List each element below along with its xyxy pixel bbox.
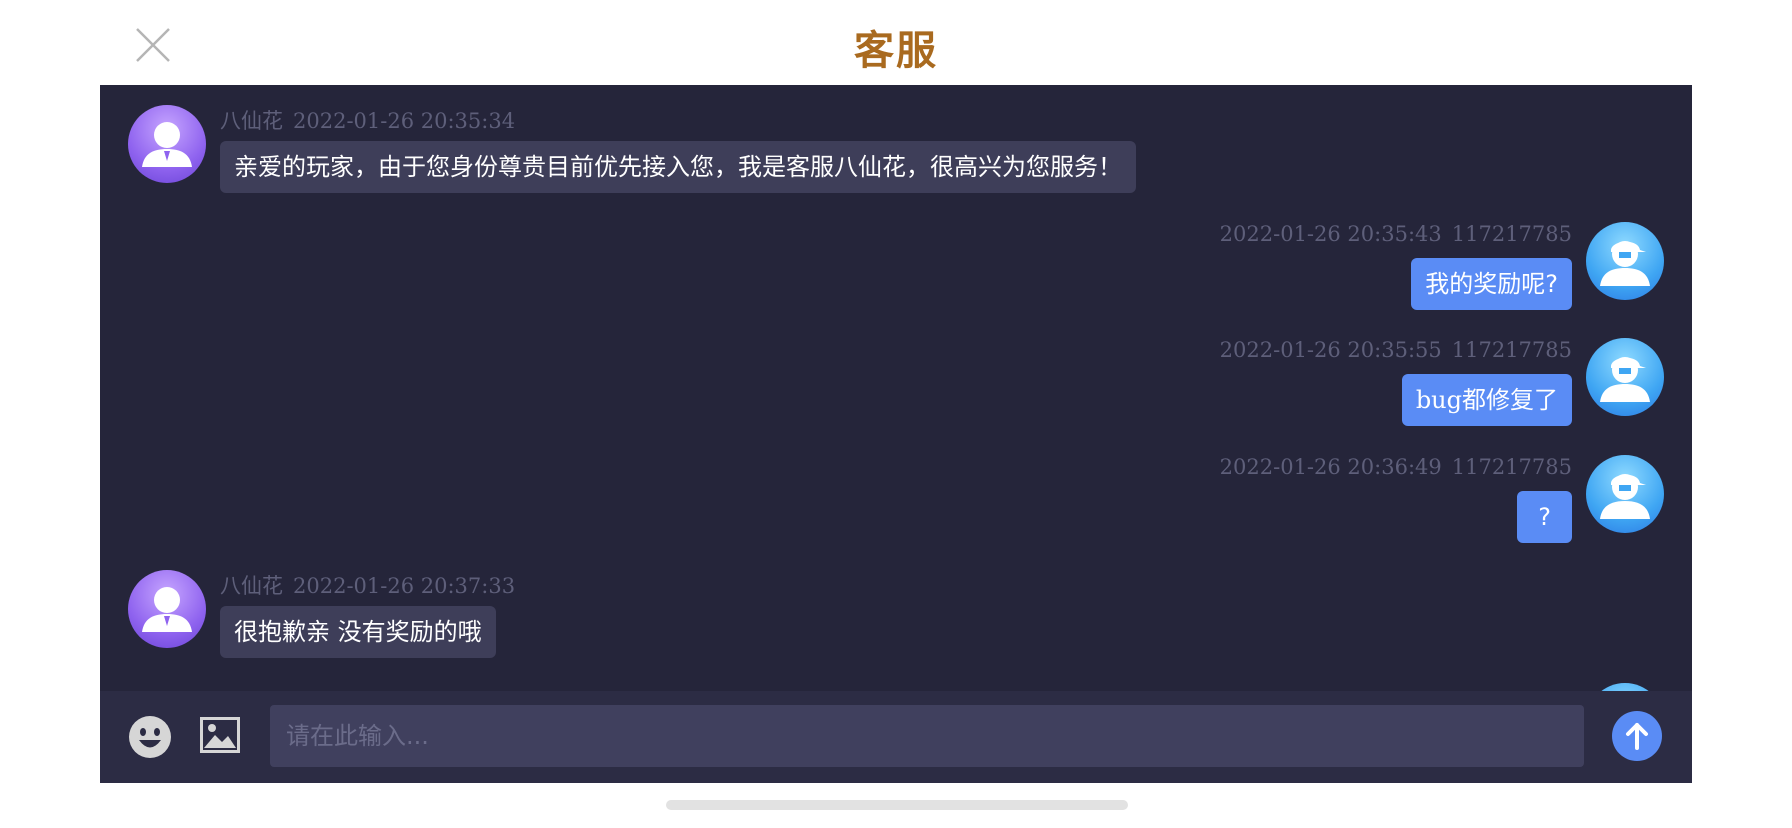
message-bubble[interactable]: 亲爱的玩家，由于您身份尊贵目前优先接入您，我是客服八仙花，很高兴为您服务！	[220, 141, 1136, 193]
player-avatar-icon[interactable]	[1586, 338, 1664, 416]
player-avatar-icon[interactable]	[1586, 455, 1664, 533]
message-time: 2022-01-26 20:36:49	[1219, 455, 1442, 479]
agent-avatar-icon[interactable]	[128, 570, 206, 648]
message-meta: 2022-01-26 20:35:55 117217785	[1220, 338, 1572, 362]
input-bar	[100, 691, 1692, 783]
message-bubble[interactable]: ?	[1517, 491, 1572, 543]
message-bubble[interactable]: 我的奖励呢?	[1411, 258, 1572, 310]
message-item: 2022-01-26 20:35:43 117217785 我的奖励呢?	[100, 222, 1692, 322]
message-sender: 117217785	[1451, 222, 1572, 246]
home-indicator	[666, 800, 1128, 810]
message-item: 2022-01-26 20:36:49 117217785 ?	[100, 455, 1692, 555]
message-sender: 117217785	[1451, 455, 1572, 479]
message-sender: 八仙花	[220, 109, 283, 133]
message-time: 2022-01-26 20:35:55	[1219, 338, 1442, 362]
customer-service-page: 客服 八仙花 2022-01-26 20:35:34 亲爱的玩家，由于您身份尊贵目…	[0, 0, 1792, 828]
message-time: 2022-01-26 20:37:33	[293, 574, 516, 598]
message-item: 2022-01-26 20:35:55 117217785 bug都修复了	[100, 338, 1692, 438]
message-list[interactable]: 八仙花 2022-01-26 20:35:34 亲爱的玩家，由于您身份尊贵目前优先…	[100, 85, 1692, 691]
arrow-up-icon	[1626, 723, 1648, 750]
message-bubble[interactable]: bug都修复了	[1401, 374, 1572, 426]
agent-avatar-icon[interactable]	[128, 105, 206, 183]
player-avatar-icon[interactable]	[1586, 222, 1664, 300]
message-meta: 2022-01-26 20:35:43 117217785	[1220, 222, 1572, 246]
message-meta: 八仙花 2022-01-26 20:35:34	[220, 105, 515, 135]
message-time: 2022-01-26 20:35:43	[1219, 222, 1442, 246]
message-bubble[interactable]: 很抱歉亲 没有奖励的哦	[220, 606, 496, 658]
message-sender: 117217785	[1451, 338, 1572, 362]
message-time: 2022-01-26 20:35:34	[293, 109, 516, 133]
send-button[interactable]	[1612, 711, 1662, 761]
message-meta: 2022-01-26 20:36:49 117217785	[1220, 455, 1572, 479]
page-title: 客服	[854, 28, 938, 74]
message-item: 八仙花 2022-01-26 20:37:33 很抱歉亲 没有奖励的哦	[100, 570, 1692, 670]
message-meta: 八仙花 2022-01-26 20:37:33	[220, 570, 515, 600]
message-item: 八仙花 2022-01-26 20:35:34 亲爱的玩家，由于您身份尊贵目前优先…	[100, 105, 1692, 205]
image-icon[interactable]	[200, 717, 240, 753]
message-sender: 八仙花	[220, 574, 283, 598]
message-input[interactable]	[270, 705, 1584, 767]
emoji-icon[interactable]	[128, 715, 172, 759]
chat-panel: 八仙花 2022-01-26 20:35:34 亲爱的玩家，由于您身份尊贵目前优先…	[100, 85, 1692, 783]
